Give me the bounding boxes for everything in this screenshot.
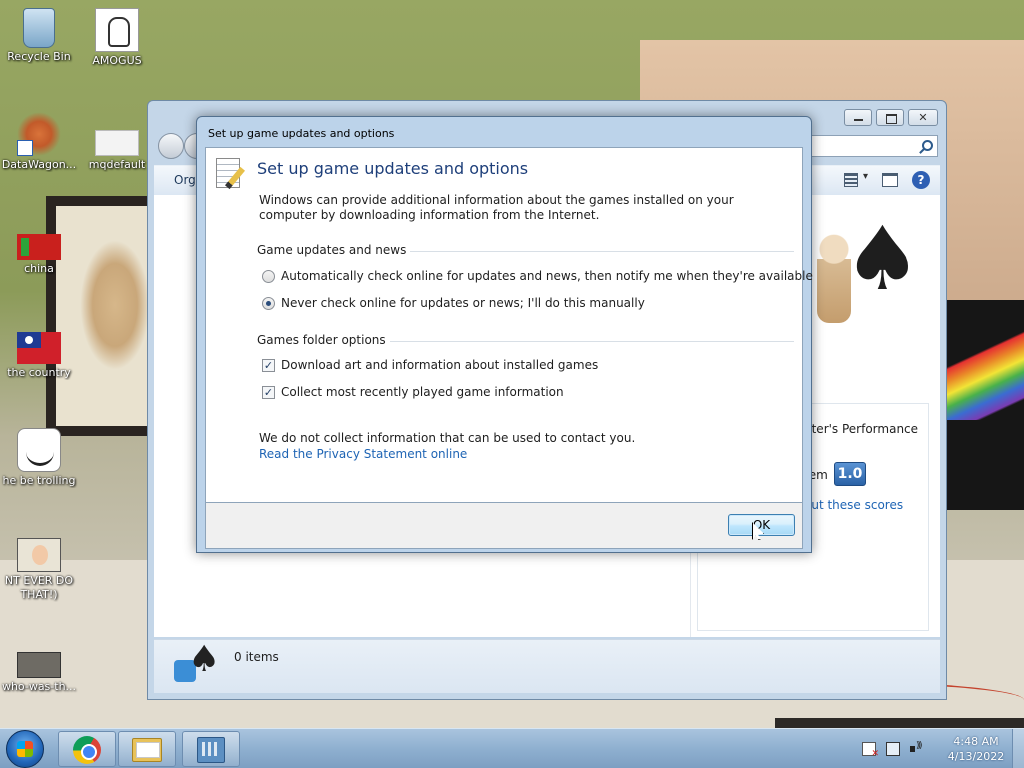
close-button[interactable] xyxy=(908,109,938,126)
window-controls xyxy=(844,109,938,126)
dialog-description: Windows can provide additional informati… xyxy=(259,193,734,222)
search-icon[interactable] xyxy=(922,140,933,151)
taskbar-chrome[interactable] xyxy=(58,731,116,767)
desktop-icon-never-do-that[interactable]: NT EVER DO THAT!) xyxy=(0,530,78,602)
datawagon-shortcut-icon xyxy=(17,112,61,156)
search-input[interactable] xyxy=(806,135,938,157)
clock[interactable]: 4:48 AM 4/13/2022 xyxy=(940,734,1012,764)
flag-image-icon xyxy=(17,332,61,364)
checkbox-checked[interactable]: ✓ xyxy=(262,358,275,372)
checkbox-checked[interactable]: ✓ xyxy=(262,385,275,399)
desktop-icon-mqdefault[interactable]: mqdefault xyxy=(78,116,156,172)
show-desktop-button[interactable] xyxy=(1012,729,1024,768)
desktop-icon-label: Recycle Bin xyxy=(7,50,71,63)
group-label-folder: Games folder options xyxy=(257,333,390,347)
dialog-title[interactable]: Set up game updates and options xyxy=(197,117,811,147)
mqdefault-image-icon xyxy=(95,130,139,156)
folder-icon xyxy=(132,738,162,762)
desktop-icon-the-country[interactable]: the country xyxy=(0,324,78,380)
maximize-button[interactable] xyxy=(876,109,904,126)
trollface-image-icon xyxy=(17,428,61,472)
minimize-button[interactable] xyxy=(844,109,872,126)
games-explorer-icon xyxy=(197,737,225,763)
radio-auto-check[interactable]: Automatically check online for updates a… xyxy=(262,269,813,283)
spade-icon xyxy=(843,211,922,317)
back-button[interactable] xyxy=(158,133,184,159)
desktop-icon-label: the country xyxy=(7,366,71,379)
chrome-icon xyxy=(73,736,101,764)
help-icon[interactable]: ? xyxy=(912,171,930,189)
desktop-icon-label: AMOGUS xyxy=(92,54,142,67)
china-image-icon xyxy=(17,234,61,260)
checkbox-collect-played[interactable]: ✓ Collect most recently played game info… xyxy=(262,385,564,399)
network-icon[interactable] xyxy=(886,742,900,756)
explorer-status-bar: ♠ 0 items xyxy=(154,639,940,693)
recycle-bin-icon xyxy=(23,8,55,48)
taskbar-games-explorer[interactable] xyxy=(182,731,240,767)
privacy-statement-link[interactable]: Read the Privacy Statement online xyxy=(259,447,467,461)
game-updates-dialog[interactable]: Set up game updates and options Set up g… xyxy=(196,116,813,553)
desktop-icon-label: china xyxy=(24,262,54,275)
change-view-icon[interactable] xyxy=(844,171,868,189)
desktop-icon-label: DataWagon... xyxy=(1,158,77,171)
radio-label: Automatically check online for updates a… xyxy=(281,269,813,283)
volume-icon[interactable] xyxy=(910,741,924,756)
clock-time: 4:48 AM xyxy=(953,735,999,748)
desktop-icon-recycle-bin[interactable]: Recycle Bin xyxy=(0,8,78,64)
settings-document-icon xyxy=(214,156,248,190)
desktop-icon-he-be-trolling[interactable]: he be trolling xyxy=(0,428,78,488)
performance-title: uter's Performance xyxy=(804,422,919,436)
desktop-icon-label: who-was-th... xyxy=(1,680,77,693)
dialog-heading: Set up game updates and options xyxy=(257,159,529,178)
radio-button[interactable] xyxy=(262,269,275,283)
item-count: 0 items xyxy=(234,650,279,664)
desktop-icon-amogus[interactable]: AMOGUS xyxy=(78,8,156,68)
amogus-image-icon xyxy=(95,8,139,52)
wallpaper-strip xyxy=(775,718,1024,728)
checkbox-label: Download art and information about insta… xyxy=(281,358,599,372)
taskbar: 4:48 AM 4/13/2022 xyxy=(0,728,1024,768)
action-center-icon[interactable] xyxy=(862,742,879,759)
desktop-icon-china[interactable]: china xyxy=(0,224,78,276)
games-artwork xyxy=(807,211,922,331)
preview-pane-icon[interactable] xyxy=(882,173,898,187)
dialog-body: Set up game updates and options Windows … xyxy=(205,147,813,503)
desktop-icon-label: mqdefault xyxy=(88,158,146,171)
desktop-icon-datawagon[interactable]: DataWagon... xyxy=(0,112,78,172)
video-thumbnail-icon xyxy=(17,652,61,678)
wallpaper-rainbow xyxy=(945,330,1024,420)
desktop-icon-label: NT EVER DO THAT!) xyxy=(4,574,74,601)
performance-scores-link[interactable]: out these scores xyxy=(804,498,903,512)
clock-date: 4/13/2022 xyxy=(947,750,1005,763)
spade-icon: ♠ xyxy=(188,639,221,680)
group-label-updates: Game updates and news xyxy=(257,243,411,257)
taskbar-explorer[interactable] xyxy=(118,731,176,767)
desktop-icon-label: he be trolling xyxy=(2,474,76,487)
checkbox-download-art[interactable]: ✓ Download art and information about ins… xyxy=(262,358,598,372)
radio-label: Never check online for updates or news; … xyxy=(281,296,645,310)
wallpaper-painting-figure xyxy=(80,240,150,370)
games-folder-icon: ♠ xyxy=(174,640,220,690)
performance-score-badge: 1.0 xyxy=(834,462,866,486)
desktop-icon-who-was-that[interactable]: who-was-th... xyxy=(0,638,78,694)
start-button[interactable] xyxy=(6,730,44,768)
radio-never-check[interactable]: Never check online for updates or news; … xyxy=(262,296,645,310)
dialog-footer: OK xyxy=(205,503,803,549)
cartoon-image-icon xyxy=(17,538,61,572)
radio-button-selected[interactable] xyxy=(262,296,275,310)
checkbox-label: Collect most recently played game inform… xyxy=(281,385,564,399)
command-tools: ? xyxy=(844,171,930,189)
system-tray: 4:48 AM 4/13/2022 xyxy=(854,729,1024,768)
privacy-note: We do not collect information that can b… xyxy=(259,431,636,445)
